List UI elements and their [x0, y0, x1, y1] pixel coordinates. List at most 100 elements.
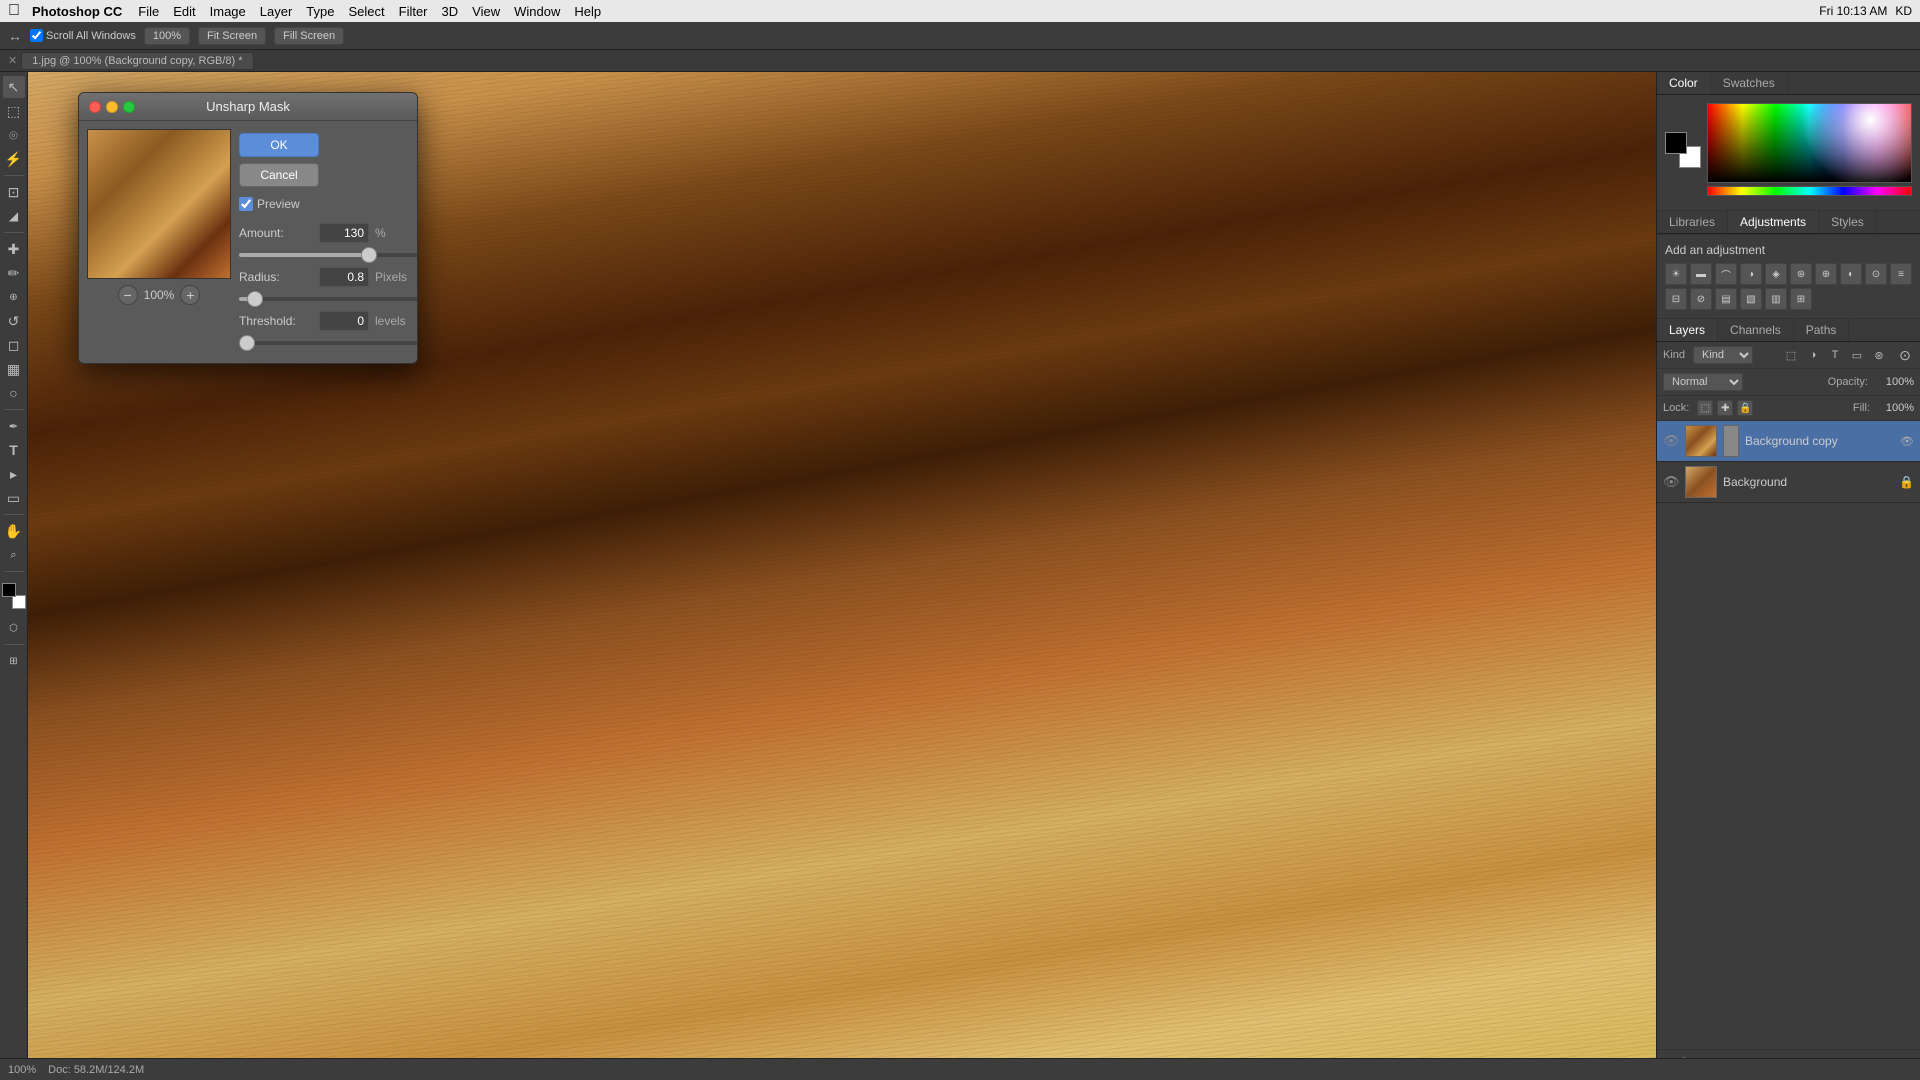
filter-adj-button[interactable]: ◑: [1804, 346, 1822, 364]
app-name[interactable]: Photoshop CC: [32, 4, 122, 19]
menu-type[interactable]: Type: [306, 4, 334, 19]
shape-tool[interactable]: ▭: [3, 487, 25, 509]
filter-type-button[interactable]: T: [1826, 346, 1844, 364]
kind-filter-select[interactable]: Kind Name Effect: [1693, 346, 1753, 364]
menu-edit[interactable]: Edit: [173, 4, 195, 19]
adj-exposure[interactable]: ◑: [1740, 263, 1762, 285]
crop-tool[interactable]: ⊡: [3, 181, 25, 203]
adj-posterize[interactable]: ▤: [1715, 288, 1737, 310]
dialog-maximize-button[interactable]: [123, 101, 135, 113]
apple-menu[interactable]: : [8, 2, 20, 20]
menu-file[interactable]: File: [138, 4, 159, 19]
canvas-area[interactable]: Unsharp Mask − 100% + OK Cancel: [28, 72, 1656, 1080]
fill-screen-button[interactable]: Fill Screen: [274, 27, 344, 45]
fill-value[interactable]: 100%: [1874, 402, 1914, 414]
adj-curves[interactable]: ⌒: [1715, 263, 1737, 285]
adj-vibrance[interactable]: ◈: [1765, 263, 1787, 285]
adj-gradient-map[interactable]: ▥: [1765, 288, 1787, 310]
lock-pixels-button[interactable]: ⬚: [1697, 400, 1713, 416]
adj-brightness[interactable]: ☀: [1665, 263, 1687, 285]
menu-layer[interactable]: Layer: [260, 4, 293, 19]
opacity-value[interactable]: 100%: [1874, 376, 1914, 388]
tab-color[interactable]: Color: [1657, 72, 1711, 94]
tab-close-icon[interactable]: ✕: [8, 54, 17, 67]
preview-checkbox[interactable]: [239, 197, 253, 211]
layer-visibility-bg-copy[interactable]: 👁: [1663, 433, 1679, 449]
clone-tool[interactable]: ⊕: [3, 286, 25, 308]
eyedropper-tool[interactable]: ◢: [3, 205, 25, 227]
color-swatches-toolbar[interactable]: [0, 581, 28, 611]
screen-mode-button[interactable]: ⊞: [3, 650, 25, 672]
fg-bg-colors[interactable]: [1665, 132, 1701, 168]
quick-mask-tool[interactable]: ⬡: [3, 617, 25, 639]
radius-input[interactable]: [319, 267, 369, 287]
history-brush-tool[interactable]: ↺: [3, 310, 25, 332]
adj-color-lookup[interactable]: ⊟: [1665, 288, 1687, 310]
layer-item-background-copy[interactable]: 👁 Background copy 👁: [1657, 421, 1920, 462]
tab-layers[interactable]: Layers: [1657, 319, 1718, 341]
eraser-tool[interactable]: ◻: [3, 334, 25, 356]
dialog-minimize-button[interactable]: [106, 101, 118, 113]
tab-libraries[interactable]: Libraries: [1657, 211, 1728, 233]
menu-view[interactable]: View: [472, 4, 500, 19]
cancel-button[interactable]: Cancel: [239, 163, 319, 187]
amount-input[interactable]: [319, 223, 369, 243]
layer-item-background[interactable]: 👁 Background 🔒: [1657, 462, 1920, 503]
type-tool[interactable]: T: [3, 439, 25, 461]
menu-select[interactable]: Select: [348, 4, 384, 19]
hue-strip[interactable]: [1707, 186, 1912, 196]
menu-window[interactable]: Window: [514, 4, 560, 19]
foreground-color-swatch[interactable]: [1665, 132, 1687, 154]
quick-select-tool[interactable]: ⚡: [3, 148, 25, 170]
layer-visibility-bg[interactable]: 👁: [1663, 474, 1679, 490]
adj-levels[interactable]: ▬: [1690, 263, 1712, 285]
zoom-out-button[interactable]: −: [118, 285, 138, 305]
color-spectrum[interactable]: [1707, 103, 1912, 183]
heal-tool[interactable]: ✚: [3, 238, 25, 260]
ok-button[interactable]: OK: [239, 133, 319, 157]
fg-color-swatch[interactable]: [2, 583, 16, 597]
move-tool[interactable]: ↖: [3, 76, 25, 98]
pen-tool[interactable]: ✒: [3, 415, 25, 437]
lasso-tool[interactable]: ⌾: [3, 124, 25, 146]
blend-mode-select[interactable]: Normal Multiply Screen: [1663, 373, 1743, 391]
brush-tool[interactable]: ✏: [3, 262, 25, 284]
filter-smart-button[interactable]: ⊛: [1870, 346, 1888, 364]
rectangle-select-tool[interactable]: ⬚: [3, 100, 25, 122]
amount-slider-thumb[interactable]: [361, 247, 377, 263]
dodge-tool[interactable]: ○: [3, 382, 25, 404]
zoom-tool[interactable]: ⌕: [3, 544, 25, 566]
lock-all-button[interactable]: 🔒: [1737, 400, 1753, 416]
tab-paths[interactable]: Paths: [1794, 319, 1850, 341]
menu-help[interactable]: Help: [574, 4, 601, 19]
tab-adjustments[interactable]: Adjustments: [1728, 211, 1819, 233]
tab-channels[interactable]: Channels: [1718, 319, 1794, 341]
adj-threshold[interactable]: ▧: [1740, 288, 1762, 310]
tab-styles[interactable]: Styles: [1819, 211, 1877, 233]
scroll-all-checkbox[interactable]: [30, 29, 43, 42]
adj-channel-mixer[interactable]: ≡: [1890, 263, 1912, 285]
adj-photo-filter[interactable]: ⊙: [1865, 263, 1887, 285]
adj-color-balance[interactable]: ⊕: [1815, 263, 1837, 285]
filter-pixel-button[interactable]: ⬚: [1782, 346, 1800, 364]
menu-image[interactable]: Image: [210, 4, 246, 19]
adj-hue-sat[interactable]: ⊛: [1790, 263, 1812, 285]
zoom-100-button[interactable]: 100%: [144, 27, 190, 45]
filter-shape-button[interactable]: ▭: [1848, 346, 1866, 364]
menu-3d[interactable]: 3D: [442, 4, 459, 19]
menu-filter[interactable]: Filter: [399, 4, 428, 19]
hand-tool[interactable]: ✋: [3, 520, 25, 542]
filter-toggle[interactable]: ⊙: [1896, 346, 1914, 364]
gradient-tool[interactable]: ▦: [3, 358, 25, 380]
bg-color-swatch[interactable]: [12, 595, 26, 609]
threshold-slider-thumb[interactable]: [239, 335, 255, 351]
tab-swatches[interactable]: Swatches: [1711, 72, 1788, 94]
adj-invert[interactable]: ⊘: [1690, 288, 1712, 310]
adj-bw[interactable]: ◐: [1840, 263, 1862, 285]
fit-screen-button[interactable]: Fit Screen: [198, 27, 266, 45]
lock-position-button[interactable]: ✚: [1717, 400, 1733, 416]
path-select-tool[interactable]: ▸: [3, 463, 25, 485]
radius-slider-thumb[interactable]: [247, 291, 263, 307]
zoom-in-button[interactable]: +: [180, 285, 200, 305]
adj-selective-color[interactable]: ⊞: [1790, 288, 1812, 310]
